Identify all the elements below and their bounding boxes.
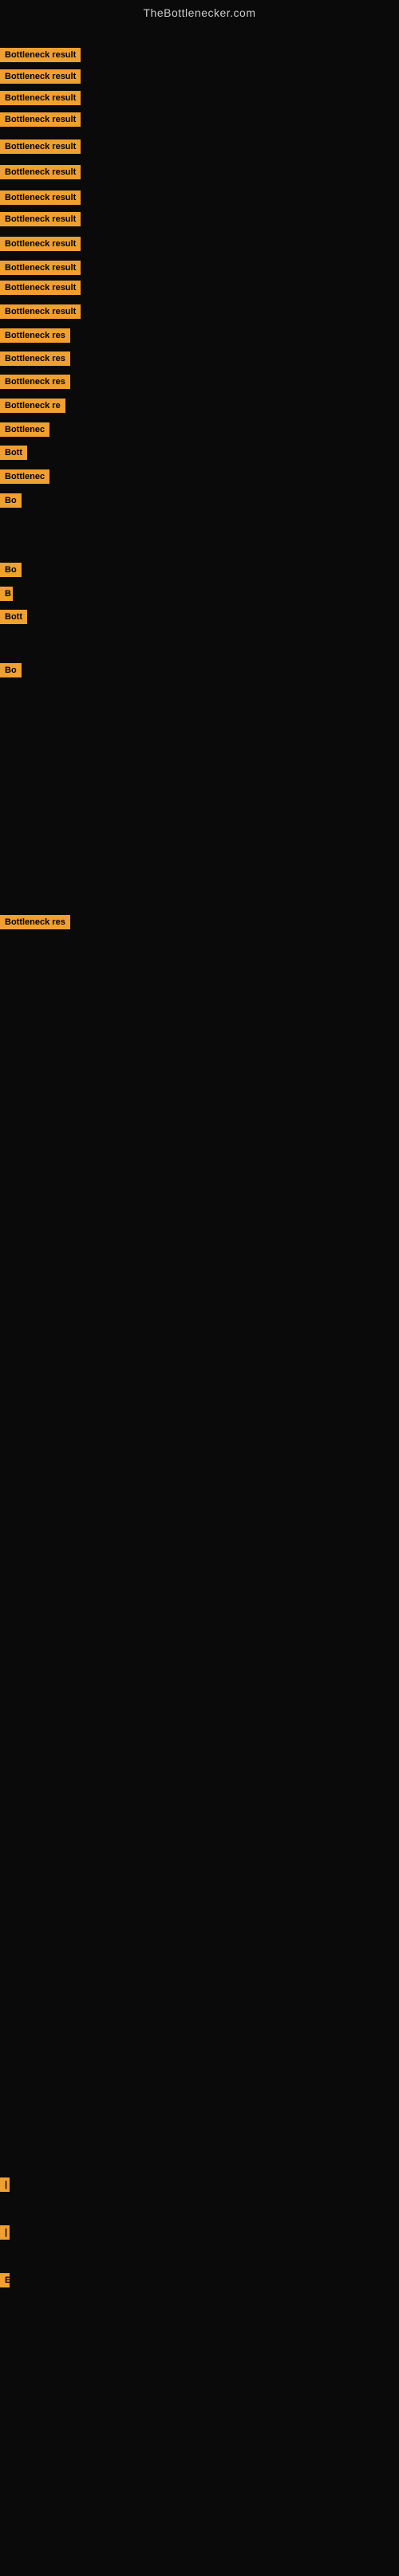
bottleneck-result-badge: Bottleneck result: [0, 190, 81, 205]
bottleneck-result-badge: E: [0, 2273, 10, 2287]
bottleneck-result-badge: Bottlenec: [0, 469, 49, 484]
badge-row: Bottleneck result: [0, 212, 81, 230]
bottleneck-result-badge: Bottleneck result: [0, 165, 81, 179]
bottleneck-result-badge: Bottleneck res: [0, 915, 70, 929]
bottleneck-result-badge: Bottlenec: [0, 422, 49, 437]
bottleneck-result-badge: Bottleneck result: [0, 261, 81, 275]
badge-row: Bottleneck result: [0, 237, 81, 255]
bottleneck-result-badge: Bottleneck result: [0, 281, 81, 295]
bottleneck-result-badge: Bottleneck result: [0, 304, 81, 319]
badge-row: Bottlenec: [0, 469, 49, 488]
bottleneck-result-badge: Bottleneck result: [0, 48, 81, 62]
badge-row: Bottleneck result: [0, 165, 81, 183]
badge-row: E: [0, 2273, 10, 2291]
badge-row: Bo: [0, 493, 22, 512]
bottleneck-result-badge: Bottleneck result: [0, 112, 81, 127]
bottleneck-result-badge: Bottleneck result: [0, 212, 81, 226]
badge-row: Bottleneck result: [0, 48, 81, 66]
bottleneck-result-badge: B: [0, 587, 13, 601]
bottleneck-result-badge: Bottleneck result: [0, 69, 81, 84]
badge-row: Bottleneck result: [0, 304, 81, 323]
badge-row: Bottleneck res: [0, 351, 70, 370]
badge-row: Bottleneck result: [0, 91, 81, 109]
badge-row: Bottleneck result: [0, 112, 81, 131]
bottleneck-result-badge: Bottleneck result: [0, 91, 81, 105]
bottleneck-result-badge: Bottleneck res: [0, 328, 70, 343]
bottleneck-result-badge: |: [0, 2177, 10, 2192]
badge-row: Bottleneck re: [0, 399, 65, 417]
badge-row: Bo: [0, 663, 22, 681]
bottleneck-result-badge: Bottleneck re: [0, 399, 65, 413]
badge-row: |: [0, 2225, 10, 2244]
badge-row: Bottleneck result: [0, 69, 81, 88]
badge-row: Bottleneck res: [0, 915, 70, 933]
bottleneck-result-badge: Bo: [0, 563, 22, 577]
badge-row: Bottlenec: [0, 422, 49, 441]
bottleneck-result-badge: Bott: [0, 610, 27, 624]
bottleneck-result-badge: Bo: [0, 493, 22, 508]
badge-row: Bo: [0, 563, 22, 581]
badge-row: Bott: [0, 446, 27, 464]
bottleneck-result-badge: Bo: [0, 663, 22, 677]
badge-row: Bott: [0, 610, 27, 628]
badge-row: |: [0, 2177, 10, 2196]
badge-row: Bottleneck res: [0, 328, 70, 347]
badge-row: Bottleneck result: [0, 139, 81, 158]
bottleneck-result-badge: Bottleneck res: [0, 375, 70, 389]
badge-row: Bottleneck result: [0, 190, 81, 209]
bottleneck-result-badge: Bottleneck result: [0, 139, 81, 154]
bottleneck-result-badge: Bottleneck result: [0, 237, 81, 251]
badge-row: Bottleneck result: [0, 261, 81, 279]
badge-row: Bottleneck result: [0, 281, 81, 299]
site-title: TheBottlenecker.com: [0, 0, 399, 26]
badge-row: B: [0, 587, 13, 605]
badge-row: Bottleneck res: [0, 375, 70, 393]
bottleneck-result-badge: Bottleneck res: [0, 351, 70, 366]
bottleneck-result-badge: |: [0, 2225, 10, 2240]
bottleneck-result-badge: Bott: [0, 446, 27, 460]
